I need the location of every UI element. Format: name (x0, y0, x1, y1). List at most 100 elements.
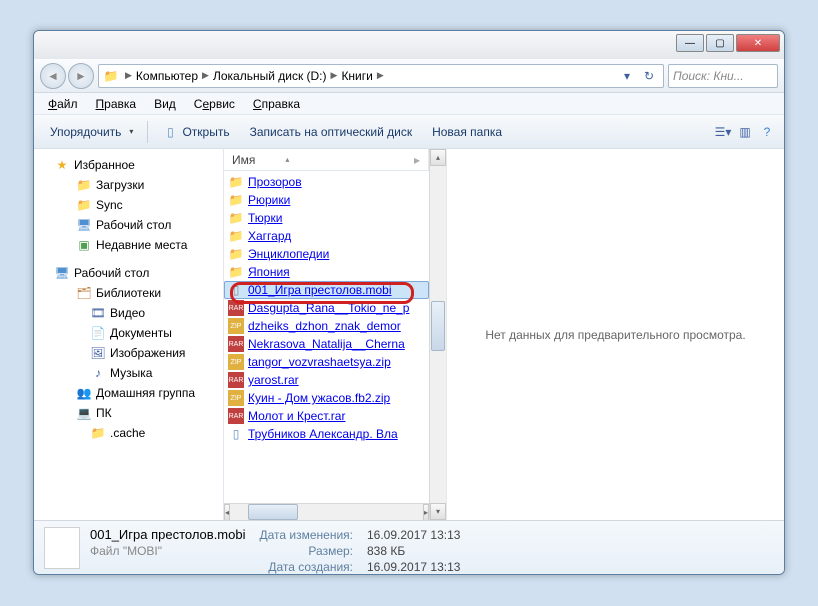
menu-bar: Файл Правка Вид Сервис Справка (34, 93, 784, 115)
zip-icon: ZIP (228, 354, 244, 370)
list-item[interactable]: RARNekrasova_Natalija__Cherna (224, 335, 429, 353)
status-created-label: Дата создания: (260, 560, 354, 574)
refresh-icon[interactable]: ↻ (639, 66, 659, 86)
page-icon: ▯ (162, 124, 178, 140)
scroll-left-icon[interactable]: ◂ (224, 504, 230, 520)
status-filename: 001_Игра престолов.mobi (90, 527, 246, 542)
desktop-icon: 🖥 (54, 265, 70, 281)
sidebar-item-sync[interactable]: 📁Sync (36, 195, 221, 215)
sidebar-item-downloads[interactable]: 📁Загрузки (36, 175, 221, 195)
sidebar-item-pictures[interactable]: 🖼Изображения (36, 343, 221, 363)
scroll-thumb[interactable] (431, 301, 445, 351)
sidebar-desktop-root[interactable]: 🖥Рабочий стол (36, 263, 221, 283)
chevron-right-icon: ▶ (329, 70, 340, 81)
list-item[interactable]: RARМолот и Крест.rar (224, 407, 429, 425)
list-item[interactable]: 📁Тюрки (224, 209, 429, 227)
close-button[interactable]: ✕ (736, 34, 780, 52)
sidebar-item-desktop[interactable]: 🖥Рабочий стол (36, 215, 221, 235)
desktop-icon: 🖥 (76, 217, 92, 233)
menu-edit[interactable]: Правка (88, 95, 145, 113)
scroll-thumb[interactable] (248, 504, 298, 520)
column-header-name[interactable]: Имя▴ ▸ (224, 149, 429, 171)
zip-icon: ZIP (228, 318, 244, 334)
list-item[interactable]: RARDasgupta_Rana__Tokio_ne_p (224, 299, 429, 317)
column-resize-icon[interactable]: ▸ (414, 153, 420, 167)
rar-icon: RAR (228, 336, 244, 352)
sidebar-item-music[interactable]: ♪Музыка (36, 363, 221, 383)
folder-icon: 📁 (228, 228, 244, 244)
view-mode-icon[interactable]: ☰▾ (712, 121, 734, 143)
navigation-sidebar: ★Избранное 📁Загрузки 📁Sync 🖥Рабочий стол… (34, 149, 224, 520)
page-icon: ▯ (228, 426, 244, 442)
list-item[interactable]: ZIPtangor_vozvrashaetsya.zip (224, 353, 429, 371)
menu-tools[interactable]: Сервис (186, 95, 243, 113)
folder-icon: 📁 (228, 174, 244, 190)
new-folder-button[interactable]: Новая папка (422, 121, 512, 143)
library-icon: 🗂 (76, 285, 92, 301)
list-item[interactable]: 📁Прозоров (224, 173, 429, 191)
list-item[interactable]: ZIPКуин - Дом ужасов.fb2.zip (224, 389, 429, 407)
chevron-right-icon: ▶ (200, 70, 211, 81)
horizontal-scrollbar[interactable]: ◂ ▸ (224, 503, 429, 520)
search-input[interactable]: Поиск: Кни... (668, 64, 778, 88)
list-item-selected[interactable]: ▯001_Игра престолов.mobi (224, 281, 429, 299)
address-bar[interactable]: 📁 ▶ Компьютер ▶ Локальный диск (D:) ▶ Кн… (98, 64, 664, 88)
burn-button[interactable]: Записать на оптический диск (240, 121, 423, 143)
document-icon: 📄 (90, 325, 106, 341)
chevron-right-icon: ▶ (123, 70, 134, 81)
list-item[interactable]: ZIPdzheiks_dzhon_znak_demor (224, 317, 429, 335)
open-button[interactable]: ▯ Открыть (152, 120, 239, 144)
back-button[interactable]: ◄ (40, 63, 66, 89)
scroll-right-icon[interactable]: ▸ (423, 504, 429, 520)
file-icon: ▯ (228, 282, 244, 298)
menu-help[interactable]: Справка (245, 95, 308, 113)
menu-view[interactable]: Вид (146, 95, 184, 113)
sort-indicator-icon: ▴ (285, 155, 289, 164)
list-item[interactable]: RARyarost.rar (224, 371, 429, 389)
toolbar: Упорядочить ▯ Открыть Записать на оптиче… (34, 115, 784, 149)
chevron-right-icon: ▶ (375, 70, 386, 81)
sidebar-item-documents[interactable]: 📄Документы (36, 323, 221, 343)
folder-icon: 📁 (228, 210, 244, 226)
maximize-button[interactable]: ▢ (706, 34, 734, 52)
status-size-value: 838 КБ (367, 544, 460, 558)
vertical-scrollbar[interactable]: ▴ ▾ (429, 149, 446, 520)
computer-icon: 💻 (76, 405, 92, 421)
organize-button[interactable]: Упорядочить (40, 121, 143, 143)
separator (147, 121, 148, 143)
scroll-down-icon[interactable]: ▾ (430, 503, 446, 520)
folder-icon: 📁 (228, 192, 244, 208)
minimize-button[interactable]: — (676, 34, 704, 52)
sidebar-favorites[interactable]: ★Избранное (36, 155, 221, 175)
list-item[interactable]: 📁Энциклопедии (224, 245, 429, 263)
menu-file[interactable]: Файл (40, 95, 86, 113)
titlebar: — ▢ ✕ (34, 31, 784, 59)
recent-icon: ▣ (76, 237, 92, 253)
list-item[interactable]: 📁Япония (224, 263, 429, 281)
rar-icon: RAR (228, 408, 244, 424)
breadcrumb[interactable]: Компьютер (134, 69, 200, 83)
forward-button[interactable]: ► (68, 63, 94, 89)
search-placeholder: Поиск: Кни... (673, 69, 744, 83)
sidebar-item-recent[interactable]: ▣Недавние места (36, 235, 221, 255)
sidebar-item-video[interactable]: 🎞Видео (36, 303, 221, 323)
rar-icon: RAR (228, 300, 244, 316)
file-list[interactable]: 📁Прозоров 📁Рюрики 📁Тюрки 📁Хаггард 📁Энцик… (224, 171, 429, 503)
sidebar-item-pc[interactable]: 💻ПК (36, 403, 221, 423)
folder-icon: 📁 (228, 246, 244, 262)
breadcrumb[interactable]: Локальный диск (D:) (211, 69, 329, 83)
sidebar-item-homegroup[interactable]: 👥Домашняя группа (36, 383, 221, 403)
scroll-up-icon[interactable]: ▴ (430, 149, 446, 166)
list-item[interactable]: 📁Хаггард (224, 227, 429, 245)
homegroup-icon: 👥 (76, 385, 92, 401)
zip-icon: ZIP (228, 390, 244, 406)
sidebar-item-libraries[interactable]: 🗂Библиотеки (36, 283, 221, 303)
list-item[interactable]: ▯Трубников Александр. Вла (224, 425, 429, 443)
preview-pane-icon[interactable]: ▥ (734, 121, 756, 143)
preview-pane: Нет данных для предварительного просмотр… (446, 149, 784, 520)
sidebar-item-cache[interactable]: 📁.cache (36, 423, 221, 443)
breadcrumb[interactable]: Книги (339, 69, 374, 83)
history-dropdown-icon[interactable]: ▾ (617, 66, 637, 86)
list-item[interactable]: 📁Рюрики (224, 191, 429, 209)
help-icon[interactable]: ? (756, 121, 778, 143)
